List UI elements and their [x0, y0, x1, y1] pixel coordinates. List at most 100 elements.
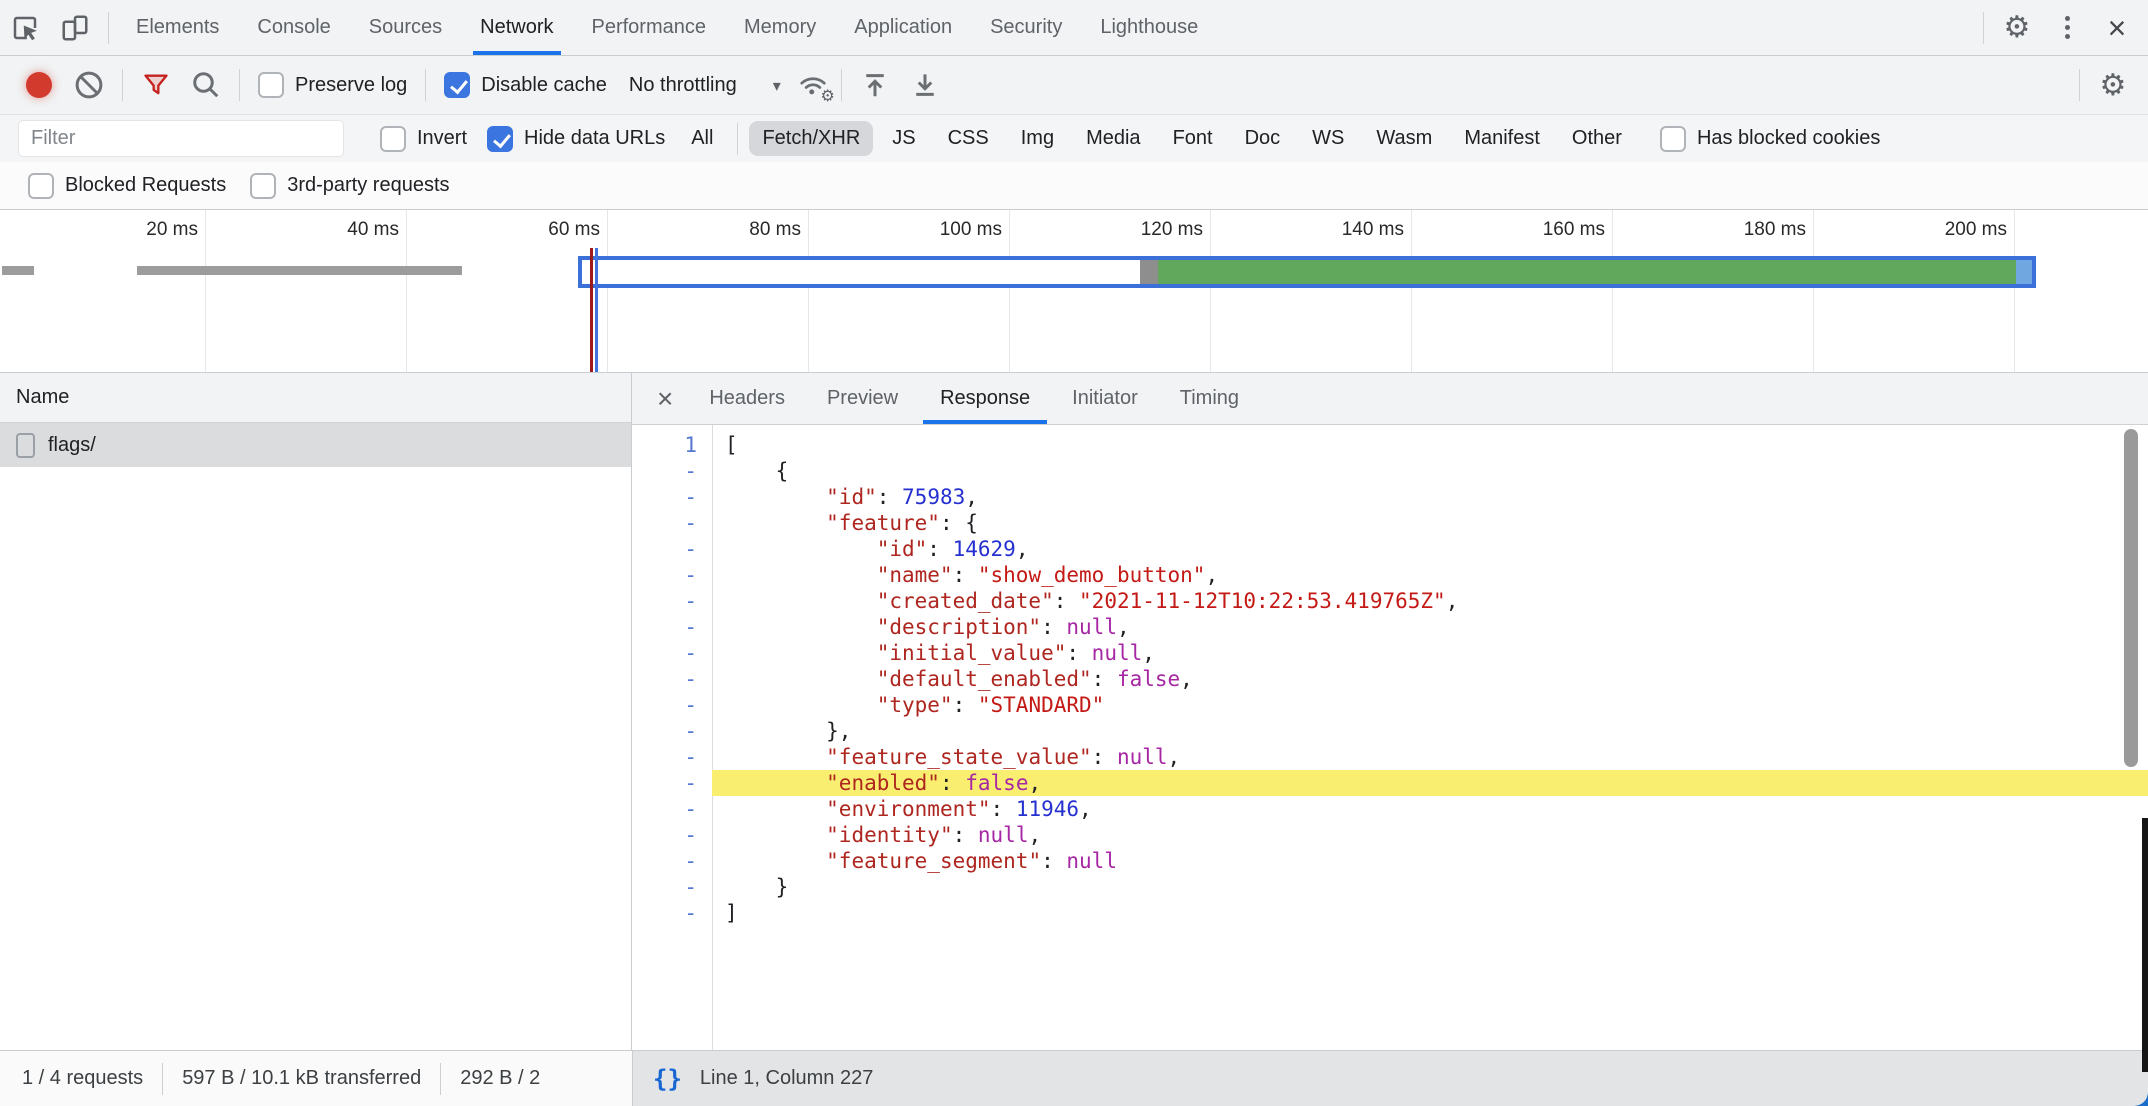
third-party-requests-checkbox[interactable]: 3rd-party requests — [250, 173, 449, 199]
inspect-element-button[interactable] — [0, 4, 50, 52]
code-line: -] — [632, 900, 2148, 926]
timeline-tick-label: 180 ms — [1744, 219, 1806, 241]
code-line: - "id": 14629, — [632, 536, 2148, 562]
name-column-header[interactable]: Name — [0, 373, 631, 423]
settings-button[interactable]: ⚙ — [1992, 4, 2042, 52]
detail-tab-response[interactable]: Response — [923, 373, 1047, 424]
network-overview-timeline[interactable]: 20 ms40 ms60 ms80 ms100 ms120 ms140 ms16… — [0, 210, 2148, 373]
line-number: - — [632, 614, 712, 640]
kebab-icon — [2065, 16, 2070, 39]
network-conditions-button[interactable]: ⚙ — [793, 65, 833, 105]
vertical-scrollbar[interactable] — [2124, 429, 2138, 767]
checkbox-checked[interactable] — [444, 72, 470, 98]
source-status-bar: {} Line 1, Column 227 — [632, 1050, 2148, 1106]
checkbox-unchecked[interactable] — [1660, 126, 1686, 152]
import-har-button[interactable] — [850, 61, 900, 109]
checkbox-checked[interactable] — [487, 126, 513, 152]
chip-ws[interactable]: WS — [1299, 121, 1357, 156]
cursor-position-label: Line 1, Column 227 — [700, 1067, 873, 1090]
checkbox-unchecked[interactable] — [250, 173, 276, 199]
filter-toggle-button[interactable] — [131, 61, 181, 109]
upload-icon — [860, 70, 890, 100]
line-number: - — [632, 458, 712, 484]
has-blocked-cookies-checkbox[interactable]: Has blocked cookies — [1660, 126, 1880, 152]
inspect-cursor-icon — [10, 13, 40, 43]
code-line: - "created_date": "2021-11-12T10:22:53.4… — [632, 588, 2148, 614]
chip-all[interactable]: All — [678, 121, 726, 156]
chip-img[interactable]: Img — [1008, 121, 1067, 156]
chip-font[interactable]: Font — [1160, 121, 1226, 156]
checkbox-unchecked[interactable] — [258, 72, 284, 98]
export-har-button[interactable] — [900, 61, 950, 109]
divider — [108, 12, 109, 44]
filter-input[interactable] — [18, 120, 344, 157]
more-options-button[interactable] — [2042, 4, 2092, 52]
timeline-gridline: 100 ms — [808, 210, 1010, 372]
close-devtools-button[interactable]: × — [2092, 4, 2142, 52]
response-source-view[interactable]: 1[- {- "id": 75983,- "feature": {- "id":… — [632, 425, 2148, 1050]
screen-edge-artifact — [2142, 818, 2148, 1072]
code-text: }, — [712, 718, 2148, 744]
download-icon — [910, 70, 940, 100]
record-network-log-button[interactable] — [14, 61, 64, 109]
disable-cache-checkbox[interactable]: Disable cache — [444, 72, 607, 98]
throttling-dropdown[interactable]: No throttling ▾ — [617, 74, 793, 97]
checkbox-unchecked[interactable] — [28, 173, 54, 199]
tab-sources[interactable]: Sources — [350, 0, 461, 55]
timeline-gridline: 200 ms — [1813, 210, 2015, 372]
line-number: - — [632, 484, 712, 510]
detail-tab-timing[interactable]: Timing — [1163, 373, 1256, 424]
timeline-gridline: 20 ms — [4, 210, 206, 372]
timeline-tick-label: 60 ms — [548, 219, 600, 241]
clear-network-log-button[interactable] — [64, 61, 114, 109]
checkbox-unchecked[interactable] — [380, 126, 406, 152]
code-text: "name": "show_demo_button", — [712, 562, 2148, 588]
timeline-tick-label: 80 ms — [749, 219, 801, 241]
code-line: - "feature": { — [632, 510, 2148, 536]
close-detail-button[interactable]: × — [642, 385, 688, 413]
chip-media[interactable]: Media — [1073, 121, 1153, 156]
code-line: - "enabled": false, — [632, 770, 2148, 796]
preserve-log-checkbox[interactable]: Preserve log — [258, 72, 407, 98]
code-text: "enabled": false, — [712, 770, 2148, 796]
tab-performance[interactable]: Performance — [573, 0, 726, 55]
summary-segment: 1 / 4 requests — [22, 1067, 143, 1090]
device-toolbar-icon — [60, 13, 90, 43]
chip-manifest[interactable]: Manifest — [1451, 121, 1553, 156]
detail-tab-initiator[interactable]: Initiator — [1055, 373, 1155, 424]
hide-data-urls-checkbox[interactable]: Hide data URLs — [487, 126, 665, 152]
device-toolbar-button[interactable] — [50, 4, 100, 52]
tab-lighthouse[interactable]: Lighthouse — [1081, 0, 1217, 55]
code-line: - "initial_value": null, — [632, 640, 2148, 666]
search-button[interactable] — [181, 61, 231, 109]
detail-tab-preview[interactable]: Preview — [810, 373, 915, 424]
line-number: - — [632, 718, 712, 744]
chip-fetch-xhr[interactable]: Fetch/XHR — [749, 121, 873, 156]
chip-other[interactable]: Other — [1559, 121, 1635, 156]
chip-js[interactable]: JS — [879, 121, 928, 156]
tab-elements[interactable]: Elements — [117, 0, 238, 55]
chip-doc[interactable]: Doc — [1232, 121, 1294, 156]
request-row-flags[interactable]: flags/ — [0, 423, 631, 467]
timeline-tick-label: 200 ms — [1945, 219, 2007, 241]
code-line: - "id": 75983, — [632, 484, 2148, 510]
network-settings-button[interactable]: ⚙ — [2088, 61, 2138, 109]
code-text: ] — [712, 900, 2148, 926]
tab-memory[interactable]: Memory — [725, 0, 835, 55]
pretty-print-icon[interactable]: {} — [653, 1065, 682, 1093]
chip-wasm[interactable]: Wasm — [1363, 121, 1445, 156]
line-number: - — [632, 900, 712, 926]
chip-css[interactable]: CSS — [935, 121, 1002, 156]
tab-console[interactable]: Console — [238, 0, 349, 55]
timeline-gridline: 180 ms — [1612, 210, 1814, 372]
tab-network[interactable]: Network — [461, 0, 572, 55]
line-number: - — [632, 588, 712, 614]
blocked-requests-checkbox[interactable]: Blocked Requests — [28, 173, 226, 199]
tab-security[interactable]: Security — [971, 0, 1081, 55]
line-number: 1 — [632, 432, 712, 458]
tab-application[interactable]: Application — [835, 0, 971, 55]
detail-tab-headers[interactable]: Headers — [692, 373, 802, 424]
divider — [122, 69, 123, 101]
invert-checkbox[interactable]: Invert — [380, 126, 467, 152]
record-icon — [26, 72, 52, 98]
